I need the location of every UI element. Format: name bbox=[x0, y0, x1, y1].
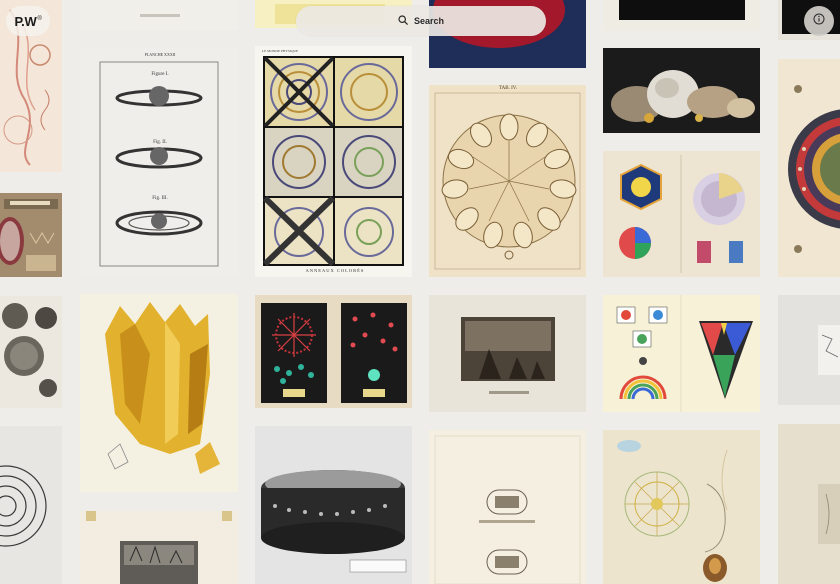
artwork-saturn-rings-plate[interactable] bbox=[80, 48, 238, 277]
saturn-fig-1-label: Figure I. bbox=[151, 72, 169, 77]
artwork-minerals[interactable] bbox=[603, 48, 760, 133]
artwork-harbor-engraving[interactable] bbox=[80, 511, 238, 584]
artwork-beige-right[interactable] bbox=[778, 424, 840, 584]
artwork-vignettes-page[interactable] bbox=[429, 430, 586, 584]
artwork-fireworks-book[interactable] bbox=[255, 295, 412, 408]
artwork-sponges[interactable] bbox=[0, 296, 62, 408]
home-logo-button[interactable]: P.W ® bbox=[6, 6, 50, 36]
logo-text: P.W bbox=[14, 13, 37, 29]
artwork-top-cropped[interactable] bbox=[80, 0, 238, 30]
artwork-sketch-right[interactable] bbox=[778, 295, 840, 405]
artwork-dark-panel[interactable] bbox=[603, 0, 760, 31]
search-bar[interactable]: Search bbox=[296, 6, 546, 36]
artwork-sepia-scene[interactable] bbox=[429, 295, 586, 412]
saturn-fig-3-label: Fig. III. bbox=[152, 196, 168, 201]
artwork-colored-hexagon[interactable] bbox=[778, 59, 840, 277]
artwork-ornate-box[interactable] bbox=[255, 426, 412, 584]
tab-plate-header: TAB. IV. bbox=[499, 86, 517, 91]
info-icon bbox=[813, 12, 825, 30]
artwork-book-cover[interactable] bbox=[0, 193, 62, 277]
artwork-radial-cells[interactable] bbox=[429, 85, 586, 277]
artwork-anneaux-colores[interactable] bbox=[255, 46, 412, 277]
saturn-fig-2-label: Fig. II. bbox=[153, 140, 167, 145]
artwork-jellyfish-plate[interactable] bbox=[603, 430, 760, 584]
logo-registered-mark: ® bbox=[37, 16, 42, 22]
search-label: Search bbox=[413, 16, 445, 26]
info-button[interactable] bbox=[804, 6, 834, 36]
artwork-circle-rings[interactable] bbox=[0, 426, 62, 584]
artwork-color-theory[interactable] bbox=[603, 151, 760, 277]
saturn-caption-top: PLANCHE XXXII bbox=[144, 52, 176, 57]
artwork-yellow-crystal[interactable] bbox=[80, 294, 238, 492]
artwork-color-triangle[interactable] bbox=[603, 295, 760, 412]
anneaux-header: LE MONDE PHYSIQUE bbox=[262, 49, 299, 53]
anneaux-caption: ANNEAUX COLORÉS bbox=[305, 268, 365, 273]
search-icon bbox=[398, 12, 408, 30]
